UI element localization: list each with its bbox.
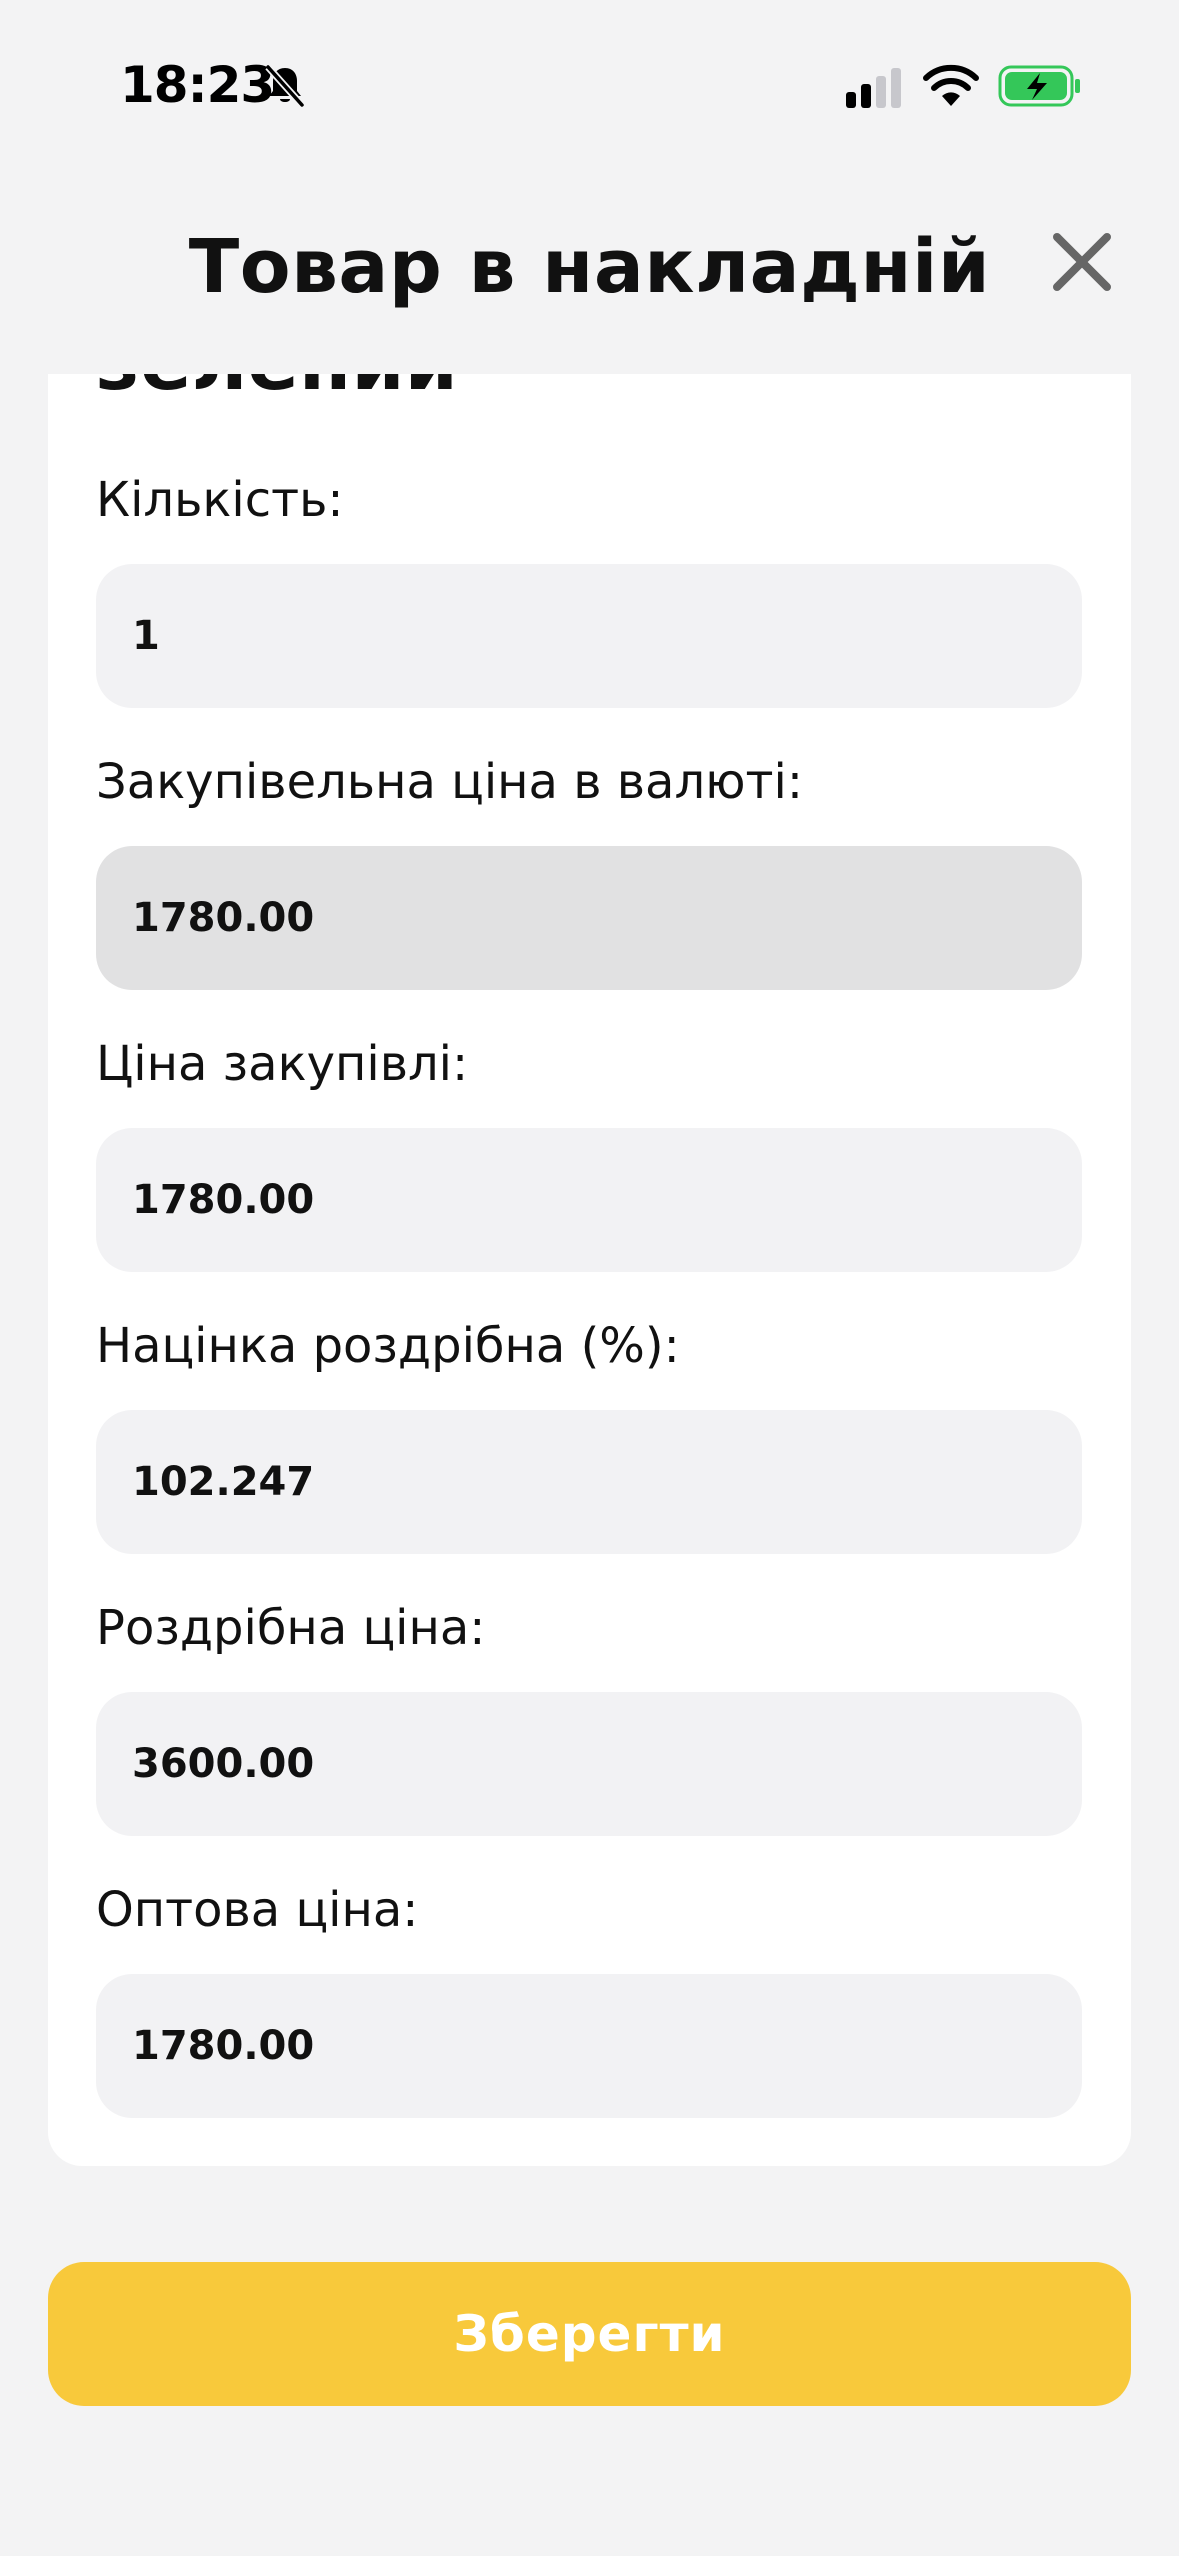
purchase-price-currency-label: Закупівельна ціна в валюті:	[96, 754, 804, 810]
quantity-label: Кількість:	[96, 472, 344, 528]
retail-price-label: Роздрібна ціна:	[96, 1600, 486, 1656]
wholesale-price-label: Оптова ціна:	[96, 1882, 419, 1938]
wifi-icon	[923, 64, 979, 106]
retail-markup-input[interactable]	[96, 1410, 1082, 1554]
close-button[interactable]	[1042, 222, 1122, 302]
purchase-price-label: Ціна закупівлі:	[96, 1036, 469, 1092]
battery-charging-icon	[998, 65, 1080, 107]
page-title: Товар в накладній	[188, 224, 991, 310]
retail-price-input[interactable]	[96, 1692, 1082, 1836]
quantity-input[interactable]	[96, 564, 1082, 708]
purchase-price-input[interactable]	[96, 1128, 1082, 1272]
product-name: зелений	[96, 374, 458, 407]
purchase-price-currency-input	[96, 846, 1082, 990]
close-icon	[1053, 233, 1111, 291]
retail-markup-label: Націнка роздрібна (%):	[96, 1318, 680, 1374]
cellular-signal-icon	[846, 68, 901, 108]
bell-slash-icon	[265, 64, 305, 108]
header: Товар в накладній	[0, 200, 1179, 330]
product-form-card: зелений Кількість: Закупівельна ціна в в…	[48, 374, 1131, 2166]
save-button[interactable]: Зберегти	[48, 2262, 1131, 2406]
status-bar: 18:23	[0, 0, 1179, 170]
wholesale-price-input[interactable]	[96, 1974, 1082, 2118]
status-time: 18:23	[120, 56, 275, 114]
